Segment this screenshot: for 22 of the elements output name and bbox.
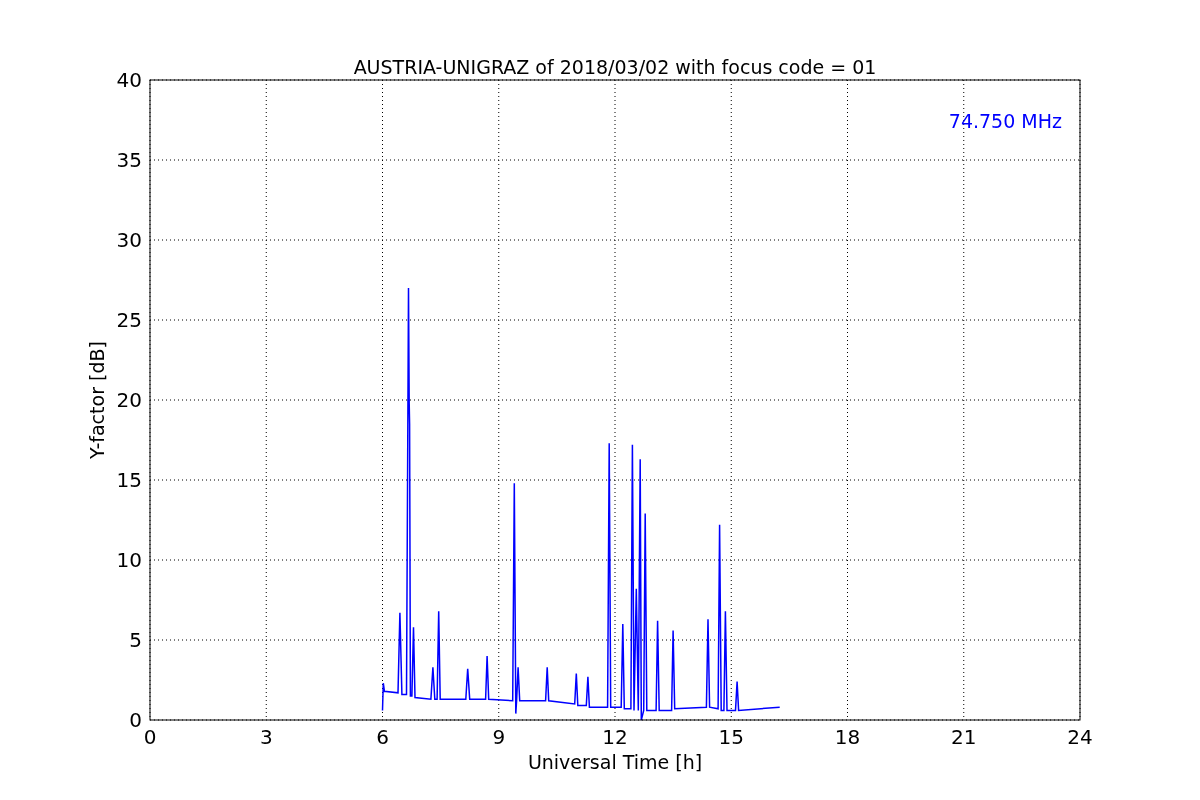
y-tick-label: 25 [116,308,142,332]
y-tick-label: 0 [129,708,142,732]
x-tick-label: 12 [602,725,628,749]
y-tick-label: 30 [116,228,142,252]
x-tick-label: 0 [143,725,157,749]
x-axis-label: Universal Time [h] [527,751,703,773]
x-tick-label: 3 [259,725,273,749]
x-tick-label: 21 [951,725,977,749]
y-tick-label: 20 [116,388,142,412]
series-label: 74.750 MHz [948,110,1062,132]
x-tick-label: 9 [492,725,506,749]
y-tick-label: 5 [129,628,142,652]
x-tick-label: 15 [718,725,744,749]
y-tick-label: 10 [116,548,142,572]
y-tick-label: 40 [116,68,142,92]
y-tick-label: 15 [116,468,142,492]
y-axis-label: Y-factor [dB] [86,341,108,459]
y-tick-label: 35 [116,148,142,172]
x-tick-label: 18 [834,725,861,749]
chart-title: AUSTRIA-UNIGRAZ of 2018/03/02 with focus code = 01 [353,56,877,78]
x-tick-label: 6 [376,725,389,749]
x-tick-label: 24 [1067,725,1093,749]
